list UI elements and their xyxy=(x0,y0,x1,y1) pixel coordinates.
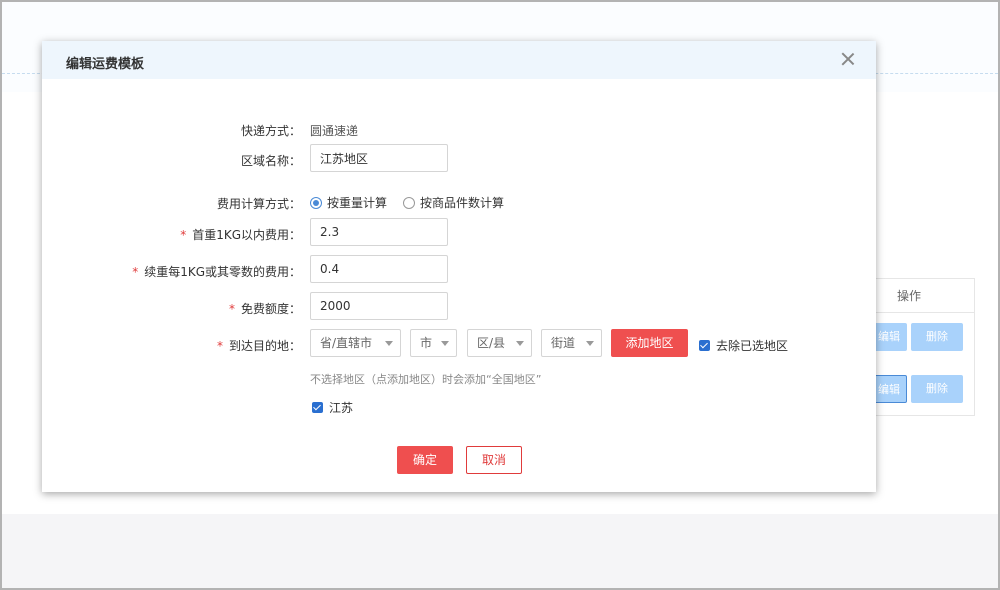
chevron-down-icon xyxy=(516,341,524,346)
radio-by-weight[interactable]: 按重量计算 xyxy=(310,194,387,211)
region-name-label: 区域名称： xyxy=(240,154,301,168)
street-select-value: 街道 xyxy=(551,336,576,350)
chevron-down-icon xyxy=(385,341,393,346)
required-mark: * xyxy=(228,302,235,316)
destination-row: * 到达目的地： 省/直辖市 市 区/县 街道 添加地区 去除已选地区 xyxy=(42,329,876,359)
city-select-value: 市 xyxy=(420,336,433,350)
checkbox-label: 江苏 xyxy=(329,401,354,415)
delivery-row: 快递方式： 圆通速递 xyxy=(42,114,876,144)
city-select[interactable]: 市 xyxy=(410,329,457,357)
free-quota-label: * 免费额度： xyxy=(229,300,301,317)
region-name-row: 区域名称： xyxy=(42,144,876,174)
confirm-button[interactable]: 确定 xyxy=(397,446,453,474)
first-weight-row: * 首重1KG以内费用： xyxy=(42,218,876,248)
destination-label: * 到达目的地： xyxy=(217,337,301,354)
required-mark: * xyxy=(180,228,187,242)
extra-weight-row: * 续重每1KG或其零数的费用： xyxy=(42,255,876,285)
close-icon[interactable] xyxy=(840,51,856,67)
delivery-value: 圆通速递 xyxy=(310,124,359,138)
background-footer xyxy=(2,514,998,588)
remove-selected-checkbox[interactable]: 去除已选地区 xyxy=(699,337,788,354)
province-select-value: 省/直辖市 xyxy=(320,336,373,350)
free-quota-row: * 免费额度： xyxy=(42,292,876,322)
radio-label: 按商品件数计算 xyxy=(420,196,505,210)
delivery-label: 快递方式： xyxy=(240,124,301,138)
delete-button[interactable]: 删除 xyxy=(911,375,963,403)
extra-weight-label: * 续重每1KG或其零数的费用： xyxy=(132,263,301,280)
radio-label: 按重量计算 xyxy=(327,196,388,210)
free-quota-input[interactable] xyxy=(310,292,448,320)
edit-shipping-template-modal: 编辑运费模板 快递方式： 圆通速递 区域名称： 费用计算方式： 按重量计算 按商… xyxy=(42,41,876,492)
required-mark: * xyxy=(132,265,139,279)
required-mark: * xyxy=(216,339,223,353)
region-checkbox-jiangsu[interactable]: 江苏 xyxy=(312,399,353,416)
region-name-input[interactable] xyxy=(310,144,448,172)
add-region-button[interactable]: 添加地区 xyxy=(611,329,688,357)
first-weight-label-text: 首重1KG以内费用： xyxy=(192,228,301,242)
destination-label-text: 到达目的地： xyxy=(228,339,301,353)
destination-hint: 不选择地区（点添加地区）时会添加“全国地区” xyxy=(310,373,542,386)
modal-header: 编辑运费模板 xyxy=(42,41,876,79)
district-select-value: 区/县 xyxy=(477,336,506,350)
delete-button[interactable]: 删除 xyxy=(911,323,963,351)
radio-unchecked-icon xyxy=(403,196,415,209)
first-weight-label: * 首重1KG以内费用： xyxy=(180,226,301,243)
province-select[interactable]: 省/直辖市 xyxy=(310,329,401,357)
street-select[interactable]: 街道 xyxy=(541,329,602,357)
checkbox-label: 去除已选地区 xyxy=(716,339,789,353)
first-weight-fee-input[interactable] xyxy=(310,218,448,246)
radio-checked-icon xyxy=(310,196,322,209)
calc-method-row: 费用计算方式： 按重量计算 按商品件数计算 xyxy=(42,187,876,217)
cancel-button[interactable]: 取消 xyxy=(466,446,522,474)
extra-weight-fee-input[interactable] xyxy=(310,255,448,283)
modal-title: 编辑运费模板 xyxy=(66,57,145,72)
checkbox-checked-icon xyxy=(312,402,323,413)
checkbox-checked-icon xyxy=(699,340,710,351)
radio-by-quantity[interactable]: 按商品件数计算 xyxy=(403,194,504,211)
chevron-down-icon xyxy=(441,341,449,346)
district-select[interactable]: 区/县 xyxy=(467,329,532,357)
free-quota-label-text: 免费额度： xyxy=(240,302,301,316)
extra-weight-label-text: 续重每1KG或其零数的费用： xyxy=(144,265,301,279)
chevron-down-icon xyxy=(586,341,594,346)
calc-method-label: 费用计算方式： xyxy=(216,197,301,211)
